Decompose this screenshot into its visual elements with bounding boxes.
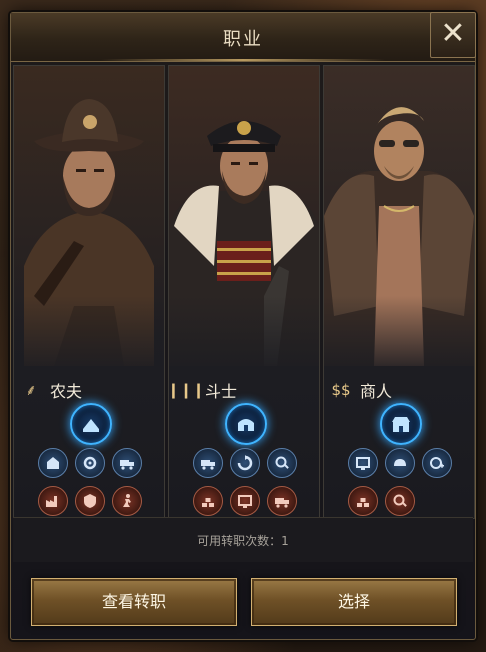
main-skill-shop-icon[interactable] [380, 403, 422, 445]
class-name-merchant: 商人 [360, 382, 393, 401]
gold-bars-skill-icon[interactable] [348, 486, 378, 516]
card-fade [324, 296, 474, 376]
dialog-title: 职业 [223, 29, 263, 50]
class-card-merchant[interactable]: $$ 商人 [323, 65, 475, 519]
select-button[interactable]: 选择 [251, 578, 457, 626]
runner-skill-icon[interactable] [112, 486, 142, 516]
dialog-titlebar: 职业 ✕ [11, 12, 476, 62]
truck-skill-icon[interactable] [267, 486, 297, 516]
truck-skill-icon[interactable] [112, 448, 142, 478]
truck-skill-icon[interactable] [193, 448, 223, 478]
class-card-fighter[interactable]: ❙❙❙ 斗士 [168, 65, 320, 519]
class-title-row: ⸙ 农夫 [20, 379, 82, 401]
factory-skill-icon[interactable] [38, 486, 68, 516]
dollar-icon: $$ [331, 381, 351, 399]
badge-skill-icon[interactable] [75, 486, 105, 516]
class-title-row: $$ 商人 [330, 379, 392, 401]
class-card-farmer[interactable]: ⸙ 农夫 [13, 65, 165, 519]
search-plus-skill-icon[interactable] [267, 448, 297, 478]
warehouse-skill-icon[interactable] [38, 448, 68, 478]
gear-skill-icon[interactable] [75, 448, 105, 478]
main-skill-bunker-icon[interactable] [225, 403, 267, 445]
refresh-skill-icon[interactable] [230, 448, 260, 478]
bread-skill-icon[interactable] [385, 448, 415, 478]
search-plus-skill-icon[interactable] [385, 486, 415, 516]
remaining-transfers-label: 可用转职次数：1 [197, 534, 289, 548]
gold-bars-skill-icon[interactable] [193, 486, 223, 516]
view-transfer-button[interactable]: 查看转职 [31, 578, 237, 626]
class-select-dialog: 职业 ✕ ⸙ 农夫 ❙❙❙ 斗士 $$ 商人 可用转职次数：1 查看转职 选择 [10, 12, 476, 640]
bullets-icon: ❙❙❙ [168, 381, 205, 399]
coin-plus-skill-icon[interactable] [422, 448, 452, 478]
wheat-icon: ⸙ [25, 381, 37, 399]
card-fade [14, 296, 164, 376]
game-scene: 职业 ✕ ⸙ 农夫 ❙❙❙ 斗士 $$ 商人 可用转职次数：1 查看转职 选择 [0, 0, 486, 652]
monitor-skill-icon[interactable] [348, 448, 378, 478]
class-cards: ⸙ 农夫 ❙❙❙ 斗士 $$ 商人 [13, 65, 475, 519]
class-title-row: ❙❙❙ 斗士 [168, 379, 238, 401]
transfer-count-bar: 可用转职次数：1 [13, 517, 473, 562]
monitor-skill-icon[interactable] [230, 486, 260, 516]
class-name-fighter: 斗士 [205, 382, 238, 401]
card-fade [169, 296, 319, 376]
close-button[interactable]: ✕ [430, 12, 476, 58]
class-name-farmer: 农夫 [50, 382, 83, 401]
main-skill-farm-icon[interactable] [70, 403, 112, 445]
